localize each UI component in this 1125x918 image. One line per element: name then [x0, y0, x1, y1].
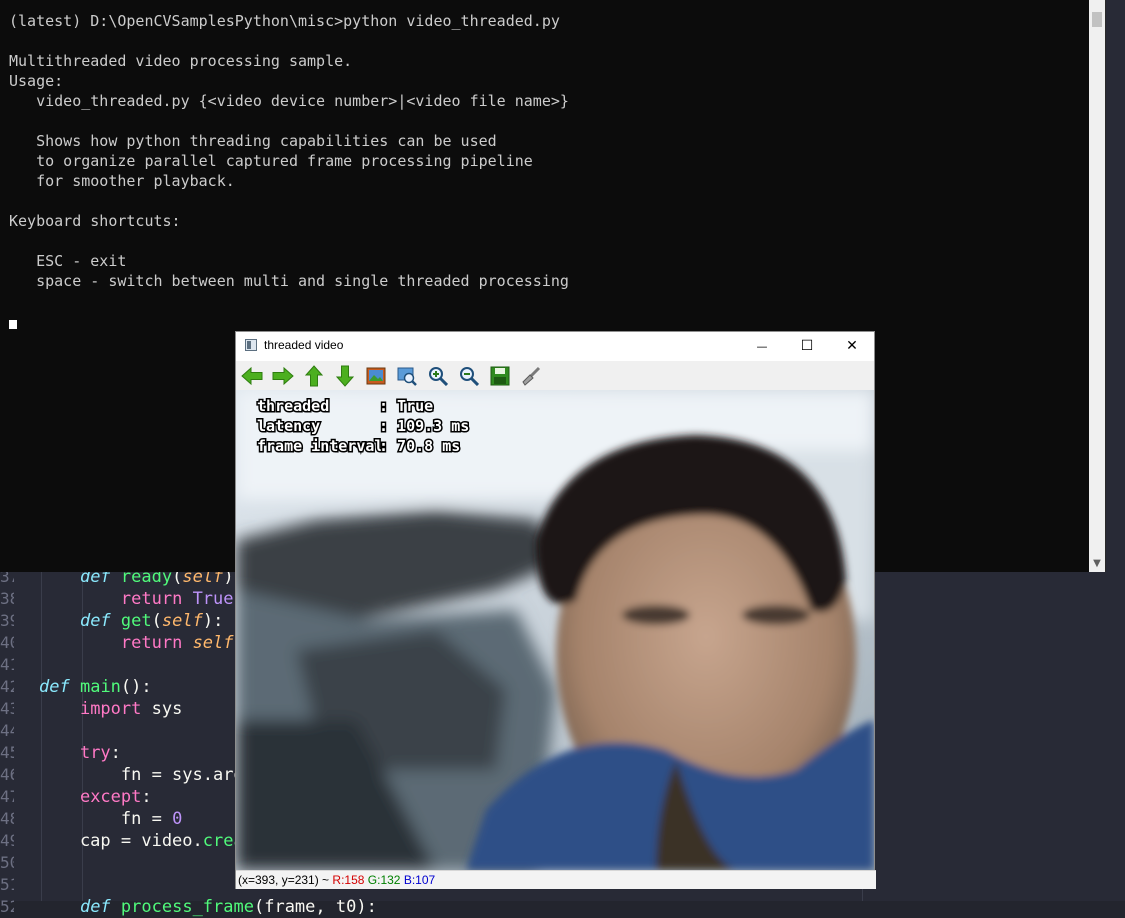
overlay-threaded-label: threaded: [257, 397, 329, 415]
code-line: return self: [120, 633, 234, 653]
line-number: 52: [0, 897, 14, 916]
video-frame[interactable]: threaded : True latency : 109.3 ms frame…: [236, 390, 874, 870]
close-button[interactable]: ✕: [829, 332, 875, 361]
minimize-icon: —: [756, 340, 768, 353]
line-number: 49: [0, 831, 14, 850]
console-line: Usage:: [9, 72, 64, 90]
console-line: space - switch between multi and single …: [9, 272, 569, 290]
line-number: 46: [0, 765, 14, 784]
scrollbar-thumb[interactable]: [1092, 12, 1102, 27]
overlay-interval-value: : 70.8 ms: [379, 437, 460, 455]
overlay-latency-value: : 109.3 ms: [379, 417, 469, 435]
line-number: 45: [0, 743, 14, 762]
line-number: 50: [0, 853, 14, 872]
pixel-green-value: G:132: [367, 873, 401, 887]
line-number: 48: [0, 809, 14, 828]
console-line: to organize parallel captured frame proc…: [9, 152, 533, 170]
console-scrollbar[interactable]: ▼: [1089, 0, 1105, 572]
console-line: ESC - exit: [9, 252, 127, 270]
zoom-in-button[interactable]: [425, 363, 451, 389]
console-line: Keyboard shortcuts:: [9, 212, 181, 230]
threaded-video-window[interactable]: threaded video — ☐ ✕ threaded: True lat…: [235, 331, 876, 889]
code-line: try:: [79, 743, 121, 763]
code-line: def main():: [39, 677, 152, 697]
zoom-fit-button[interactable]: [394, 363, 420, 389]
arrow-up-icon: [304, 365, 324, 387]
pixel-blue-value: B:107: [403, 873, 436, 887]
line-number: 38: [0, 589, 14, 608]
properties-brush-icon: [522, 366, 541, 386]
overlay-interval-label: frame interval: [257, 437, 383, 455]
code-line: def get(self):: [79, 611, 224, 631]
line-number: 43: [0, 699, 14, 718]
code-line: import sys: [79, 699, 183, 719]
pan-up-button[interactable]: [301, 363, 327, 389]
line-number: 39: [0, 611, 14, 630]
scroll-down-arrow-icon[interactable]: ▼: [1092, 558, 1102, 570]
highgui-toolbar: [236, 361, 874, 390]
arrow-left-icon: [241, 366, 263, 386]
console-output: (latest) D:\OpenCVSamplesPython\misc>pyt…: [9, 11, 569, 291]
minimize-button[interactable]: —: [739, 332, 785, 361]
zoom-out-icon: [460, 367, 479, 386]
image-icon: [366, 367, 386, 385]
console-line: (latest) D:\OpenCVSamplesPython\misc>pyt…: [9, 12, 560, 30]
title-bar[interactable]: threaded video — ☐ ✕: [236, 332, 874, 361]
console-line: for smoother playback.: [9, 172, 235, 190]
code-line: except:: [79, 787, 152, 807]
arrow-right-icon: [272, 366, 294, 386]
webcam-image: threaded : True latency : 109.3 ms frame…: [236, 390, 874, 870]
console-line: Shows how python threading capabilities …: [9, 132, 497, 150]
maximize-button[interactable]: ☐: [784, 332, 830, 361]
line-number: 47: [0, 787, 14, 806]
code-line: def process_frame(frame, t0):: [79, 897, 377, 917]
zoom-in-icon: [429, 367, 448, 386]
pixel-coordinates: (x=393, y=231) ~: [238, 873, 333, 887]
pan-right-button[interactable]: [270, 363, 296, 389]
zoom-out-button[interactable]: [456, 363, 482, 389]
pixel-red-value: R:158: [332, 873, 365, 887]
maximize-icon: ☐: [800, 338, 814, 354]
overlay-latency-label: latency: [257, 417, 320, 435]
code-line: return True: [120, 589, 234, 609]
zoom-fit-icon: [397, 367, 417, 386]
line-number: 41: [0, 655, 14, 674]
console-line: video_threaded.py {<video device number>…: [9, 92, 569, 110]
properties-button[interactable]: [518, 363, 544, 389]
zoom-original-button[interactable]: [363, 363, 389, 389]
status-bar: (x=393, y=231) ~ R:158 G:132 B:107: [236, 870, 876, 889]
window-app-icon: [245, 339, 257, 351]
save-button[interactable]: [487, 363, 513, 389]
close-icon: ✕: [846, 338, 858, 354]
code-line: fn = 0: [39, 809, 183, 829]
line-number: 51: [0, 875, 14, 894]
save-icon: [490, 366, 510, 386]
pan-down-button[interactable]: [332, 363, 358, 389]
overlay-threaded-value: : True: [379, 397, 433, 415]
line-number: 44: [0, 721, 14, 740]
console-line: Multithreaded video processing sample.: [9, 52, 353, 70]
line-number: 42: [0, 677, 14, 696]
pan-left-button[interactable]: [239, 363, 265, 389]
line-number: 40: [0, 633, 14, 652]
console-cursor: [9, 320, 17, 329]
window-title: threaded video: [264, 338, 344, 352]
arrow-down-icon: [335, 365, 355, 387]
